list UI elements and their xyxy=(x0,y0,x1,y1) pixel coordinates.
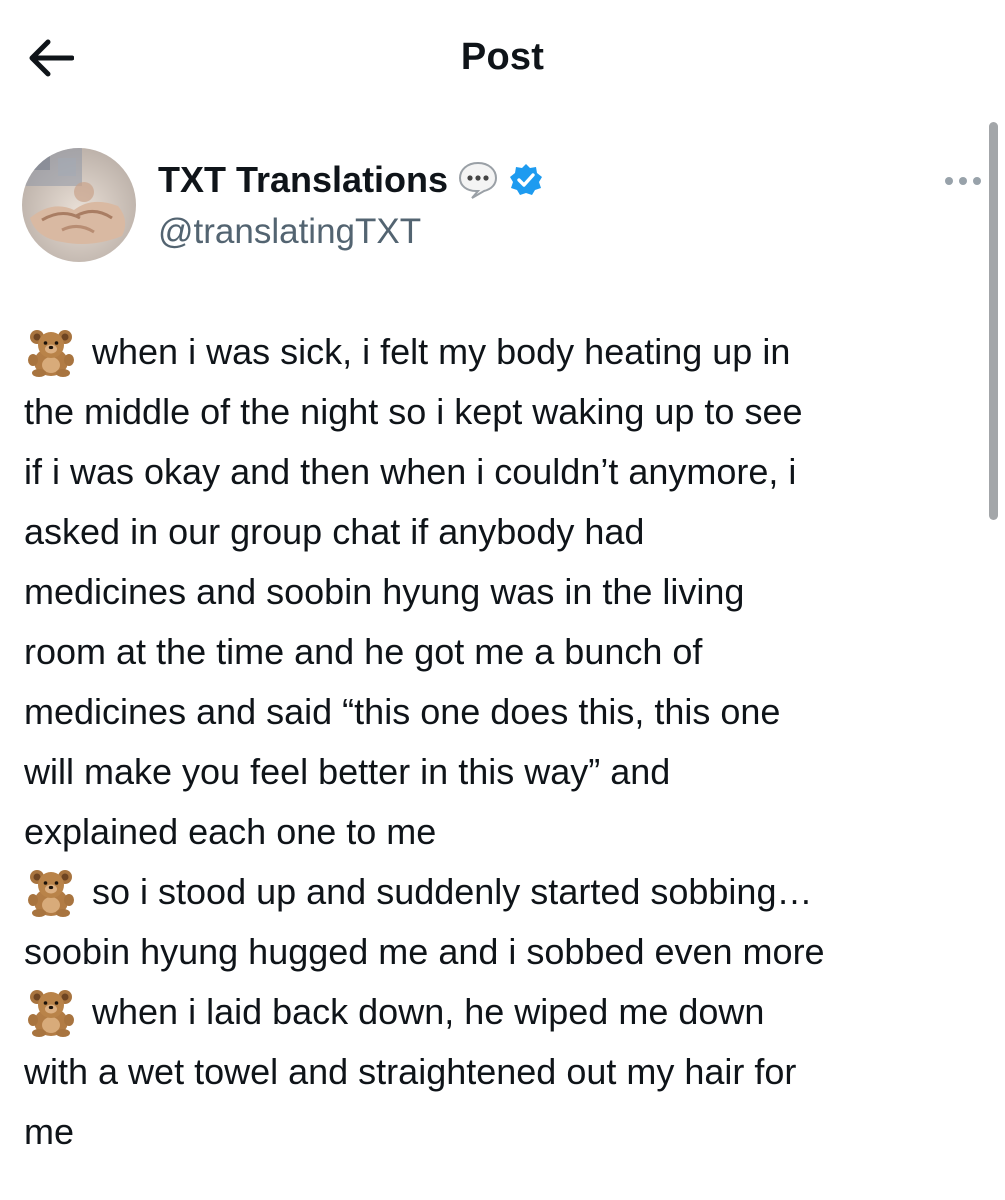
post-text-content: if i was okay and then when i couldn’t a… xyxy=(24,451,797,492)
post-text-content: so i stood up and suddenly started sobbi… xyxy=(92,871,813,912)
post-text-line: me xyxy=(24,1102,984,1162)
post-text-content: will make you feel better in this way” a… xyxy=(24,751,671,792)
post-text-content: soobin hyung hugged me and i sobbed even… xyxy=(24,931,825,972)
post-text-line: asked in our group chat if anybody had xyxy=(24,502,984,562)
post-text-content: me xyxy=(24,1111,75,1152)
scrollbar[interactable] xyxy=(989,122,998,520)
speech-bubble-icon xyxy=(456,158,500,202)
avatar[interactable] xyxy=(22,148,136,262)
teddy-bear-icon xyxy=(24,987,78,1037)
top-bar: Post xyxy=(0,0,1005,120)
author-handle[interactable]: @translatingTXT xyxy=(158,212,421,252)
author-name-row: TXT Translations xyxy=(158,158,544,202)
teddy-bear-icon xyxy=(24,327,78,377)
post-text-line: if i was okay and then when i couldn’t a… xyxy=(24,442,984,502)
post-text-line: with a wet towel and straightened out my… xyxy=(24,1042,984,1102)
teddy-bear-icon xyxy=(24,867,78,917)
post-text-line: medicines and said “this one does this, … xyxy=(24,682,984,742)
post-text-line: medicines and soobin hyung was in the li… xyxy=(24,562,984,622)
author-name[interactable]: TXT Translations xyxy=(158,159,448,201)
post-header: TXT Translations @translatingTXT xyxy=(22,148,982,264)
more-options-button[interactable] xyxy=(938,166,988,196)
post-text-line: will make you feel better in this way” a… xyxy=(24,742,984,802)
post-text-content: when i laid back down, he wiped me down xyxy=(92,991,765,1032)
post-text-content: room at the time and he got me a bunch o… xyxy=(24,631,703,672)
post-text-line: so i stood up and suddenly started sobbi… xyxy=(24,862,984,922)
post-text: when i was sick, i felt my body heating … xyxy=(24,322,984,1162)
post-text-content: medicines and said “this one does this, … xyxy=(24,691,781,732)
page-title: Post xyxy=(460,36,545,78)
post-text-content: the middle of the night so i kept waking… xyxy=(24,391,803,432)
post-text-content: with a wet towel and straightened out my… xyxy=(24,1051,797,1092)
post-text-line: when i was sick, i felt my body heating … xyxy=(24,322,984,382)
post-text-line: the middle of the night so i kept waking… xyxy=(24,382,984,442)
post-text-line: explained each one to me xyxy=(24,802,984,862)
post-text-line: soobin hyung hugged me and i sobbed even… xyxy=(24,922,984,982)
post-text-content: medicines and soobin hyung was in the li… xyxy=(24,571,745,612)
verified-check-icon[interactable] xyxy=(508,162,544,198)
post-text-line: when i laid back down, he wiped me down xyxy=(24,982,984,1042)
post-text-line: room at the time and he got me a bunch o… xyxy=(24,622,984,682)
more-horizontal-icon xyxy=(945,177,981,185)
post-text-content: asked in our group chat if anybody had xyxy=(24,511,645,552)
post-text-content: when i was sick, i felt my body heating … xyxy=(92,331,791,372)
post-text-content: explained each one to me xyxy=(24,811,437,852)
